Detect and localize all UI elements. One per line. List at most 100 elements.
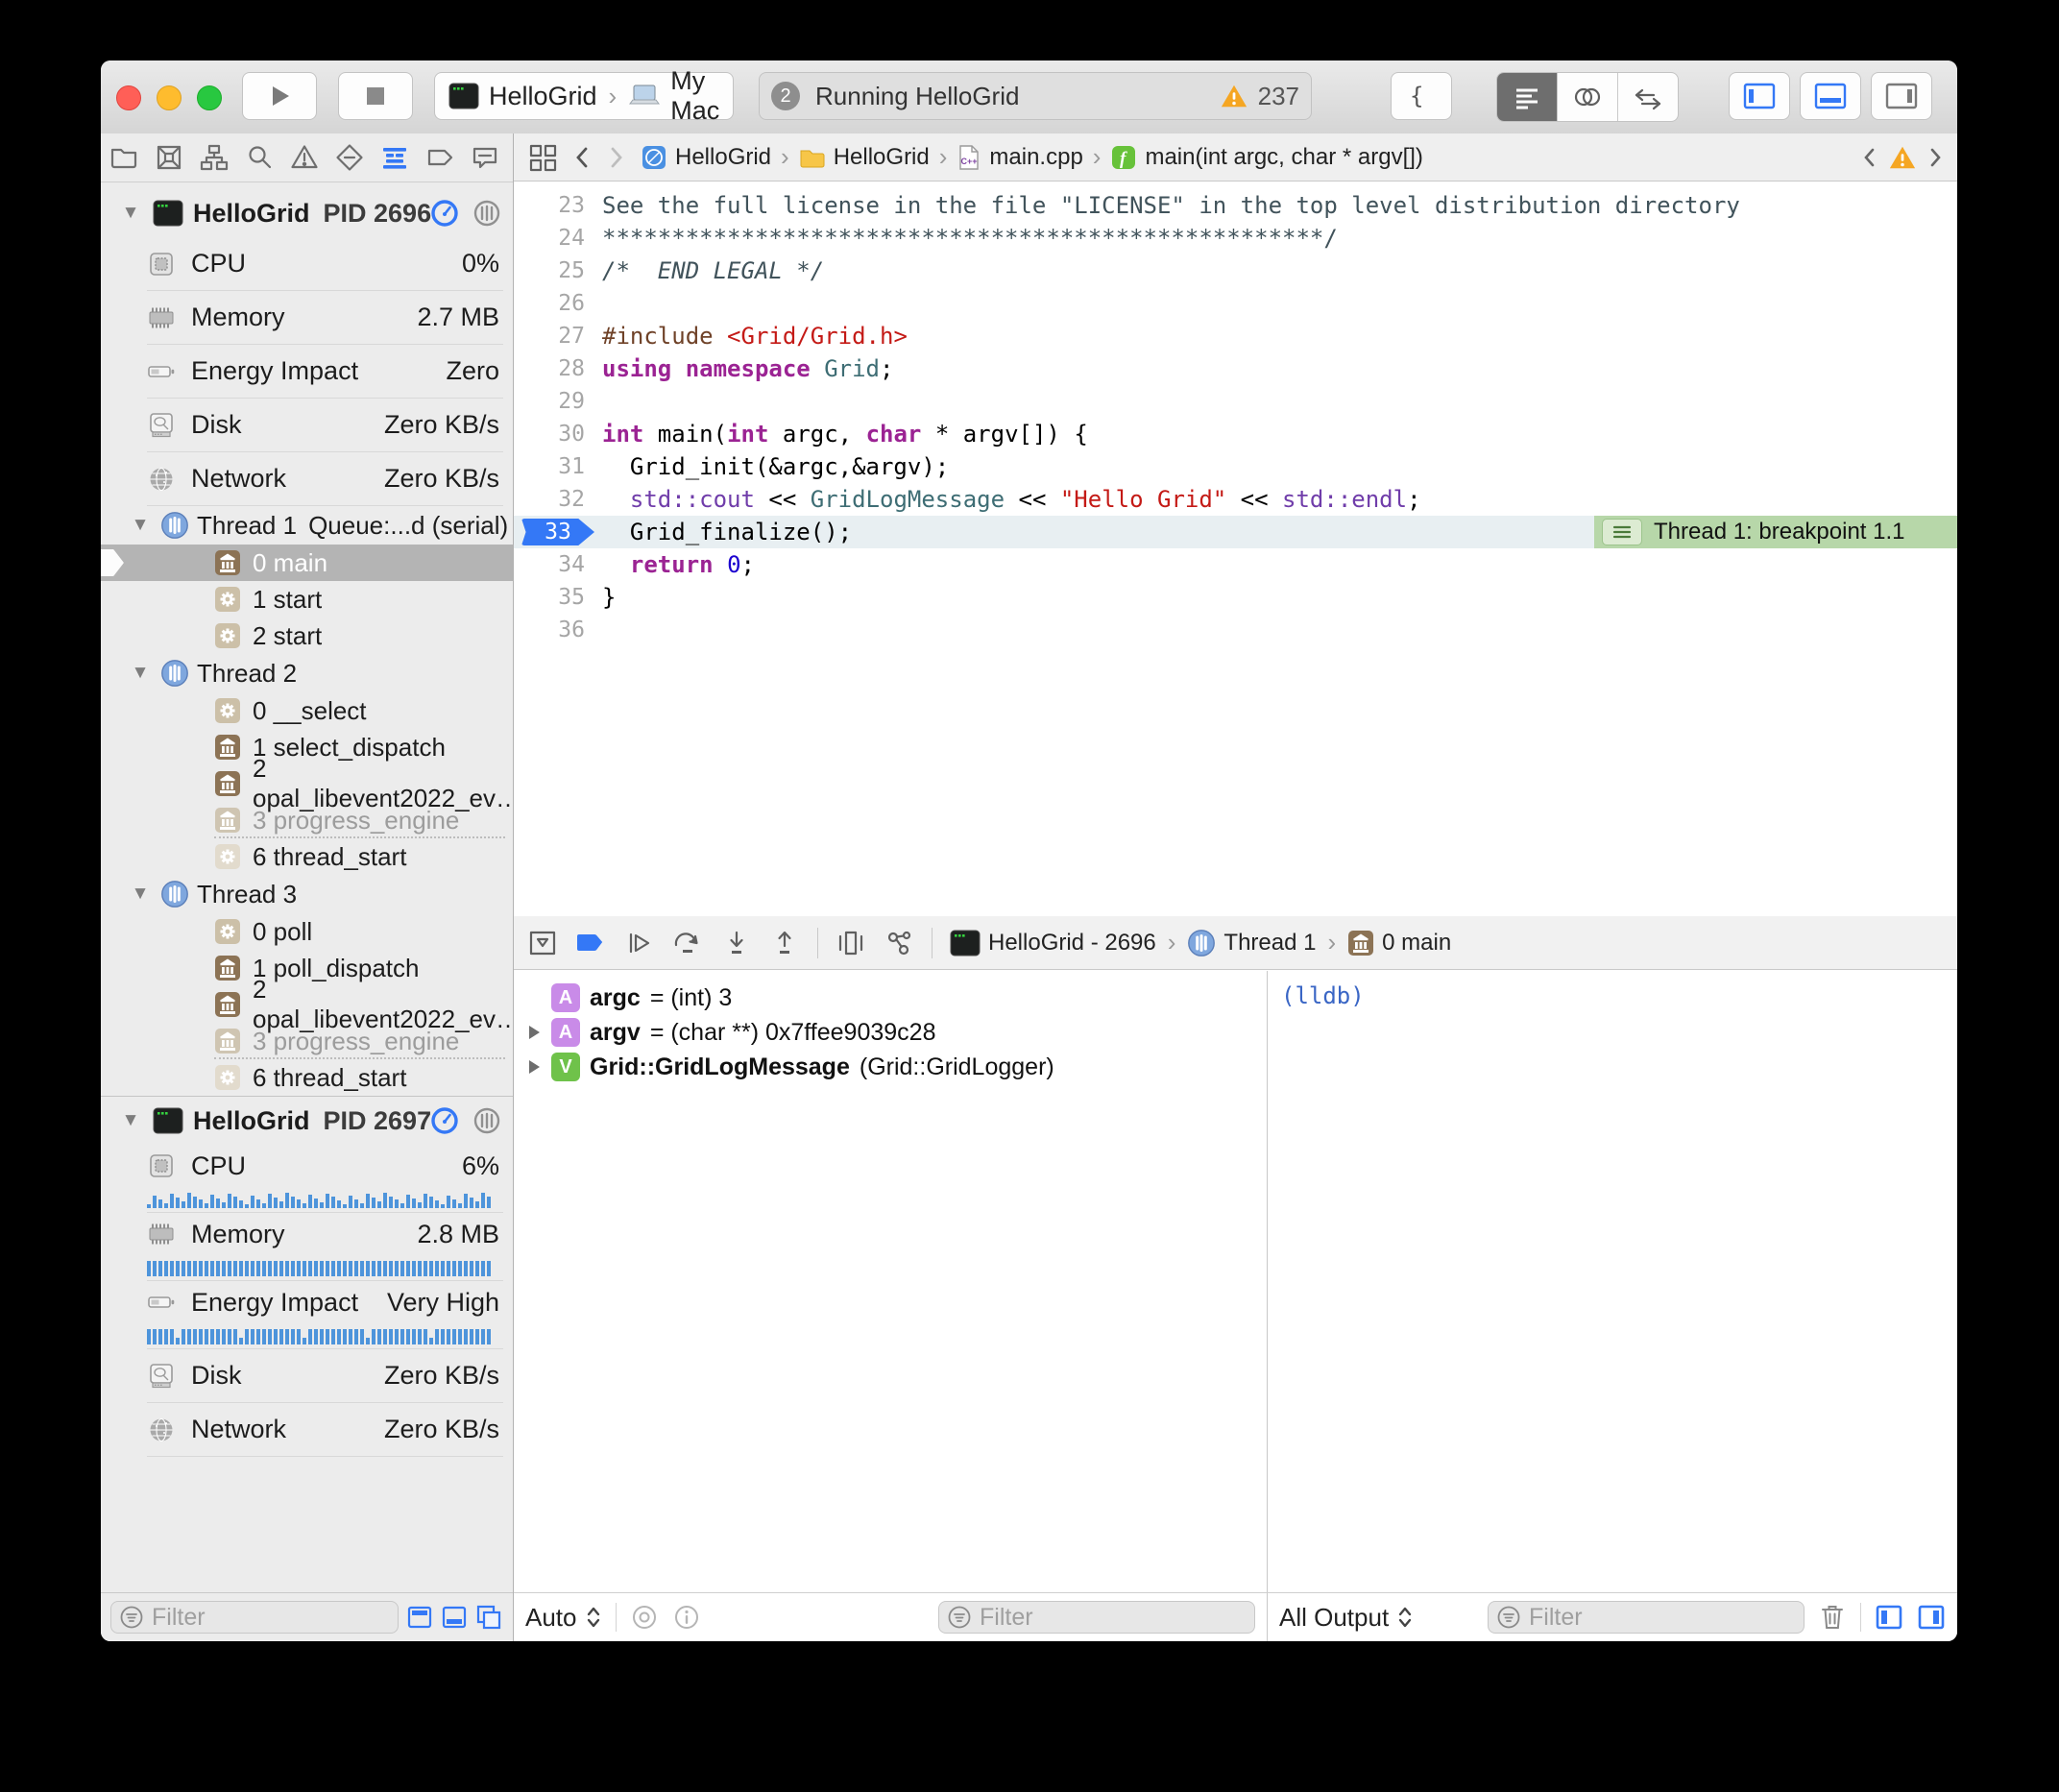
columns-view-toggle-icon[interactable] [475, 1604, 502, 1631]
forward-icon[interactable] [606, 143, 627, 172]
line-number[interactable]: 24 [514, 226, 602, 251]
breakpoints-enabled-icon[interactable] [575, 931, 606, 956]
stat-row-cpu[interactable]: CPU0% [101, 237, 513, 290]
line-number[interactable]: 27 [514, 324, 602, 349]
debug-breadcrumb-item[interactable]: 0 main [1347, 930, 1451, 957]
code-line[interactable]: 33 Grid_finalize();Thread 1: breakpoint … [514, 516, 1957, 548]
breadcrumb-item[interactable]: fmain(int argc, char * argv[]) [1110, 144, 1422, 171]
console-pane-toggle-icon[interactable] [1917, 1604, 1946, 1631]
info-icon[interactable] [672, 1603, 701, 1632]
variables-filter-input[interactable] [938, 1601, 1255, 1634]
frame-row[interactable]: 3 progress_engine [101, 1023, 513, 1059]
frame-row[interactable]: 3 progress_engine [101, 802, 513, 838]
related-items-icon[interactable] [527, 142, 558, 173]
stat-row-memory[interactable]: Memory2.7 MB [101, 291, 513, 344]
variable-row[interactable]: Aargv = (char **) 0x7ffee9039c28 [514, 1015, 1267, 1050]
line-number[interactable]: 28 [514, 356, 602, 381]
minimize-button[interactable] [157, 85, 182, 110]
code-line[interactable]: 26 [514, 287, 1957, 320]
stat-row-network[interactable]: NetworkZero KB/s [101, 452, 513, 505]
console-filter-input[interactable] [1488, 1601, 1805, 1634]
code-line[interactable]: 30int main(int argc, char * argv[]) { [514, 418, 1957, 450]
hide-debug-area-icon[interactable] [527, 929, 558, 957]
stat-row-energy-impact[interactable]: Energy ImpactVery High [101, 1281, 513, 1323]
activity-viewer[interactable]: 2 Running HelloGrid 237 [759, 72, 1312, 120]
debug-breadcrumb-item[interactable]: HelloGrid - 2696 [950, 928, 1156, 958]
tab-breakpoint[interactable] [424, 140, 455, 175]
frame-row[interactable]: 0 poll [101, 913, 513, 950]
line-number[interactable]: 36 [514, 618, 602, 642]
thread-row[interactable]: Thread 2 [101, 654, 513, 692]
frame-row[interactable]: 0 main [101, 545, 513, 581]
line-number[interactable]: 25 [514, 258, 602, 283]
stat-row-disk[interactable]: DiskZero KB/s [101, 1349, 513, 1402]
view-hierarchy-icon[interactable] [836, 929, 866, 957]
disclosure-icon[interactable] [529, 1026, 540, 1039]
frame-row[interactable]: 2 start [101, 618, 513, 654]
warning-icon[interactable] [1220, 83, 1248, 109]
issue-warning-icon[interactable] [1888, 144, 1917, 171]
breakpoint-annotation[interactable]: Thread 1: breakpoint 1.1 [1594, 516, 1957, 548]
tab-project[interactable] [109, 140, 139, 175]
stat-row-energy-impact[interactable]: Energy ImpactZero [101, 345, 513, 398]
code-line[interactable]: 24**************************************… [514, 222, 1957, 254]
source-editor[interactable]: 23See the full license in the file "LICE… [514, 182, 1957, 916]
line-number[interactable]: 31 [514, 454, 602, 479]
breakpoint-marker[interactable]: 33 [521, 519, 594, 545]
grouped-list-toggle-icon[interactable] [441, 1604, 468, 1631]
tab-debug[interactable] [379, 140, 410, 175]
frame-row[interactable]: 1 start [101, 581, 513, 618]
line-number[interactable]: 33 [514, 519, 602, 545]
frame-row[interactable]: 0 __select [101, 692, 513, 729]
tab-symbol[interactable] [199, 140, 230, 175]
line-number[interactable]: 35 [514, 585, 602, 610]
step-over-icon[interactable] [671, 929, 704, 957]
code-line[interactable]: 32 std::cout << GridLogMessage << "Hello… [514, 483, 1957, 516]
line-number[interactable]: 34 [514, 552, 602, 577]
process-row[interactable]: HelloGridPID 2697 [101, 1096, 513, 1145]
stop-button[interactable] [338, 72, 413, 120]
breadcrumb-item[interactable]: HelloGrid [641, 144, 771, 171]
version-editor-button[interactable] [1618, 73, 1678, 121]
debug-breadcrumb-item[interactable]: Thread 1 [1187, 929, 1316, 957]
code-line[interactable]: 28using namespace Grid; [514, 352, 1957, 385]
code-line[interactable]: 29 [514, 385, 1957, 418]
disclosure-icon[interactable] [529, 1060, 540, 1074]
thread-row[interactable]: Thread 1Queue:...d (serial) [101, 506, 513, 545]
frame-row[interactable]: 6 thread_start [101, 838, 513, 875]
code-line[interactable]: 25/* END LEGAL */ [514, 254, 1957, 287]
line-number[interactable]: 29 [514, 389, 602, 414]
toggle-debug-area-button[interactable] [1800, 72, 1861, 120]
frame-row[interactable]: 2 opal_libevent2022_ev… [101, 765, 513, 802]
code-line[interactable]: 35} [514, 581, 1957, 614]
console-scope-button[interactable]: All Output [1279, 1603, 1414, 1633]
standard-editor-button[interactable] [1497, 73, 1558, 121]
quick-look-icon[interactable] [630, 1603, 659, 1632]
tab-find[interactable] [244, 140, 275, 175]
toggle-navigator-button[interactable] [1729, 72, 1790, 120]
navigator-filter-input[interactable] [110, 1601, 399, 1634]
run-button[interactable] [242, 72, 317, 120]
thread-row[interactable]: Thread 3 [101, 875, 513, 913]
variable-row[interactable]: VGrid::GridLogMessage (Grid::GridLogger) [514, 1050, 1267, 1084]
tab-test[interactable] [334, 140, 365, 175]
code-line[interactable]: 23See the full license in the file "LICE… [514, 189, 1957, 222]
breadcrumb-item[interactable]: HelloGrid [799, 144, 930, 171]
scheme-selector[interactable]: HelloGrid My Mac [434, 72, 734, 120]
line-number[interactable]: 32 [514, 487, 602, 512]
stat-row-network[interactable]: NetworkZero KB/s [101, 1403, 513, 1456]
continue-icon[interactable] [623, 929, 654, 957]
toggle-inspector-button[interactable] [1871, 72, 1932, 120]
next-issue-icon[interactable] [1926, 145, 1944, 170]
back-icon[interactable] [571, 143, 593, 172]
step-out-icon[interactable] [769, 929, 800, 957]
assistant-editor-button[interactable] [1558, 73, 1618, 121]
process-row[interactable]: HelloGridPID 2696 [101, 189, 513, 237]
clear-console-icon[interactable] [1818, 1602, 1847, 1633]
frame-row[interactable]: 2 opal_libevent2022_ev… [101, 986, 513, 1023]
stat-row-disk[interactable]: DiskZero KB/s [101, 399, 513, 451]
previous-issue-icon[interactable] [1861, 145, 1878, 170]
zoom-button[interactable] [197, 85, 222, 110]
tab-issue[interactable] [289, 140, 320, 175]
step-into-icon[interactable] [721, 929, 752, 957]
